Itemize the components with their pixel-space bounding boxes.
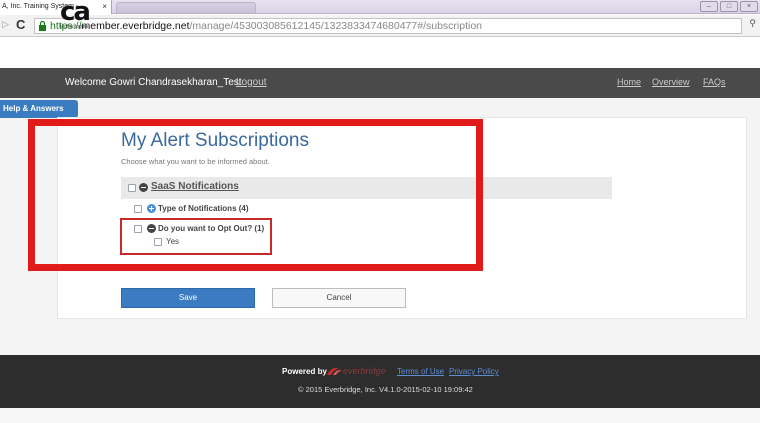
save-button[interactable]: Save bbox=[121, 288, 255, 308]
highlight-box-opt-out bbox=[120, 218, 272, 255]
browser-tab[interactable]: A, Inc. Training System - × bbox=[0, 0, 112, 14]
url-path: /manage/453003085612145/1323833474680477… bbox=[189, 20, 483, 32]
welcome-message: Welcome Gowri Chandrasekharan_Test bbox=[65, 77, 242, 88]
address-bar-row: ▷ C https://member.everbridge.net/manage… bbox=[0, 15, 760, 37]
minimize-icon[interactable]: – bbox=[700, 1, 718, 12]
url-input[interactable]: https://member.everbridge.net/manage/453… bbox=[34, 18, 742, 34]
logo-header bbox=[0, 37, 760, 68]
ca-logo: ca bbox=[60, 0, 91, 27]
footer bbox=[0, 355, 760, 408]
faqs-link[interactable]: FAQs bbox=[703, 77, 726, 87]
forward-icon[interactable]: ▷ bbox=[2, 19, 9, 30]
browser-tab-blurred[interactable] bbox=[116, 2, 256, 13]
url-host: member.everbridge.net bbox=[81, 20, 190, 32]
lock-icon bbox=[39, 21, 46, 31]
key-icon[interactable]: ⚲ bbox=[749, 18, 756, 29]
terms-of-use-link[interactable]: Terms of Use bbox=[397, 367, 444, 376]
close-tab-icon[interactable]: × bbox=[102, 0, 107, 14]
help-answers-tab[interactable]: Help & Answers bbox=[0, 100, 78, 118]
reload-icon[interactable]: C bbox=[16, 17, 25, 32]
privacy-policy-link[interactable]: Privacy Policy bbox=[449, 367, 499, 376]
bottom-strip bbox=[0, 408, 760, 423]
overview-link[interactable]: Overview bbox=[652, 77, 690, 87]
window-controls: – □ × bbox=[700, 1, 758, 12]
maximize-icon[interactable]: □ bbox=[720, 1, 738, 12]
copyright-text: © 2015 Everbridge, Inc. V4.1.0-2015-02-1… bbox=[298, 385, 473, 394]
everbridge-brand: everbridge bbox=[343, 366, 386, 376]
cancel-button[interactable]: Cancel bbox=[272, 288, 406, 308]
window-close-icon[interactable]: × bbox=[740, 1, 758, 12]
logout-link[interactable]: Logout bbox=[236, 77, 267, 88]
home-link[interactable]: Home bbox=[617, 77, 641, 87]
logo-subtitle: technologies bbox=[60, 24, 89, 30]
browser-tab-bar: A, Inc. Training System - × – □ × bbox=[0, 0, 760, 14]
url-text: https://member.everbridge.net/manage/453… bbox=[50, 20, 482, 32]
top-navigation: Welcome Gowri Chandrasekharan_Test Logou… bbox=[0, 68, 760, 98]
powered-by-label: Powered by bbox=[282, 367, 327, 376]
